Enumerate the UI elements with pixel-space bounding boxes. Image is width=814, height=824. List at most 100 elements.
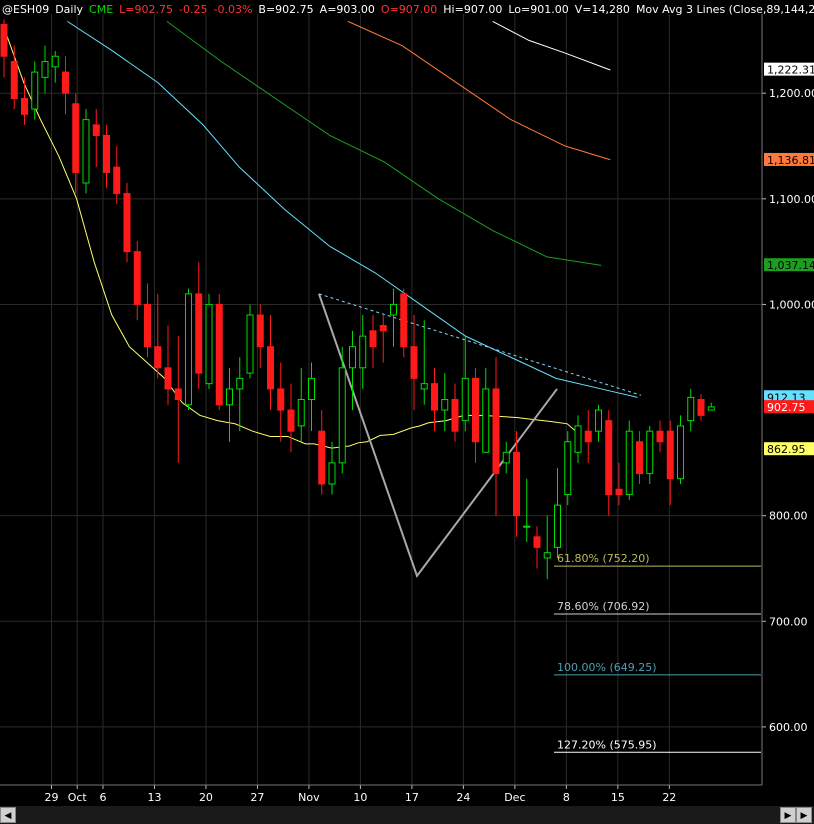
candle-up [574,425,582,453]
candle-down [195,293,203,374]
candle-down [533,536,541,548]
candle-down [174,388,182,400]
moving-averages [3,20,638,449]
candle-up [543,552,551,559]
candle-up [595,409,602,432]
candle-up [359,335,367,369]
candle-down [513,451,520,517]
candle-up [707,406,715,411]
scroll-left-button[interactable]: ◀ [0,807,16,823]
x-tick-label: 29 [44,791,58,804]
candle-up [185,293,192,406]
candle-up [226,388,233,406]
candle-down [472,377,479,443]
candle-down [605,420,613,496]
candle-down [0,24,8,57]
x-tick-label: 6 [99,791,106,804]
x-tick-label: 24 [456,791,470,804]
candle-up [482,388,490,453]
candle-up [441,399,449,411]
candle-up [625,430,633,496]
candle-down [103,134,110,173]
moving-average-line [347,20,611,161]
candle-up [461,377,469,422]
candle-up [246,314,254,374]
moving-average-line [492,20,611,71]
candle-up [564,441,572,496]
candle-down [123,193,131,253]
candle-up [502,451,510,464]
scroll-end-button[interactable]: ▶ [796,807,812,823]
trend-line [318,293,642,396]
y-tick-label: 1,100.00 [769,193,814,206]
y-tick-label: 700.00 [769,615,808,628]
x-tick-label: 27 [250,791,264,804]
fib-level-label: 100.00% (649.25) [557,661,657,674]
candle-down [492,388,500,474]
x-tick-label: 17 [405,791,419,804]
price-label: 1,136.81 [767,154,814,167]
candle-down [92,124,100,136]
candle-up [31,71,39,110]
y-tick-label: 600.00 [769,721,808,734]
candle-up [554,504,561,548]
candle-down [144,303,151,348]
x-tick-label: 15 [611,791,625,804]
candle-down [697,399,705,416]
candle-down [666,430,674,480]
candle-down [267,346,274,390]
x-tick-label: 13 [147,791,161,804]
candle-down [451,399,459,432]
candle-up [349,346,356,369]
candle-down [379,325,387,332]
candle-down [256,314,264,348]
candle-up [646,430,654,474]
pattern-line [318,293,558,578]
candle-up [390,303,397,316]
candle-up [338,367,346,464]
candle-down [164,367,172,390]
candle-down [287,409,295,432]
x-tick-label: 10 [353,791,367,804]
candle-down [133,251,141,305]
candle-down [21,97,28,115]
candle-down [584,430,592,443]
price-label: 1,222.31 [767,64,814,77]
candle-up [523,525,531,528]
candle-down [10,61,18,99]
price-label: 1,037.14 [767,259,814,272]
pattern-overlay [318,293,642,578]
x-tick-label: 22 [662,791,676,804]
horizontal-scrollbar[interactable]: ◀ ▶ ▶ [0,806,814,824]
candle-down [72,103,80,173]
price-chart[interactable]: 61.80% (752.20) 78.60% (706.92) 100.00% (6… [0,0,814,806]
fibonacci-levels: 61.80% (752.20) 78.60% (706.92) 100.00% (6… [554,552,761,753]
price-label: 902.75 [767,401,806,414]
candle-up [236,377,244,390]
candle-up [687,396,695,422]
candle-down [318,430,326,485]
scroll-right-button[interactable]: ▶ [780,807,796,823]
candle-down [400,293,408,348]
candle-up [420,383,428,390]
candle-down [656,430,664,443]
candlesticks [0,19,715,580]
moving-average-line [166,20,602,266]
candle-down [431,383,438,411]
candle-down [215,303,223,406]
candle-up [677,425,684,480]
x-tick-label: Dec [504,791,525,804]
candle-down [410,346,418,379]
y-tick-label: 1,000.00 [769,298,814,311]
candle-up [205,303,213,385]
y-tick-label: 1,200.00 [769,87,814,100]
candle-up [328,462,336,485]
candle-down [154,346,162,369]
x-tick-label: 8 [563,791,570,804]
candle-up [82,119,90,184]
candle-down [277,388,285,411]
price-label: 862.95 [767,443,806,456]
candle-up [41,61,49,78]
x-tick-label: Nov [298,791,320,804]
x-tick-label: Oct [68,791,88,804]
